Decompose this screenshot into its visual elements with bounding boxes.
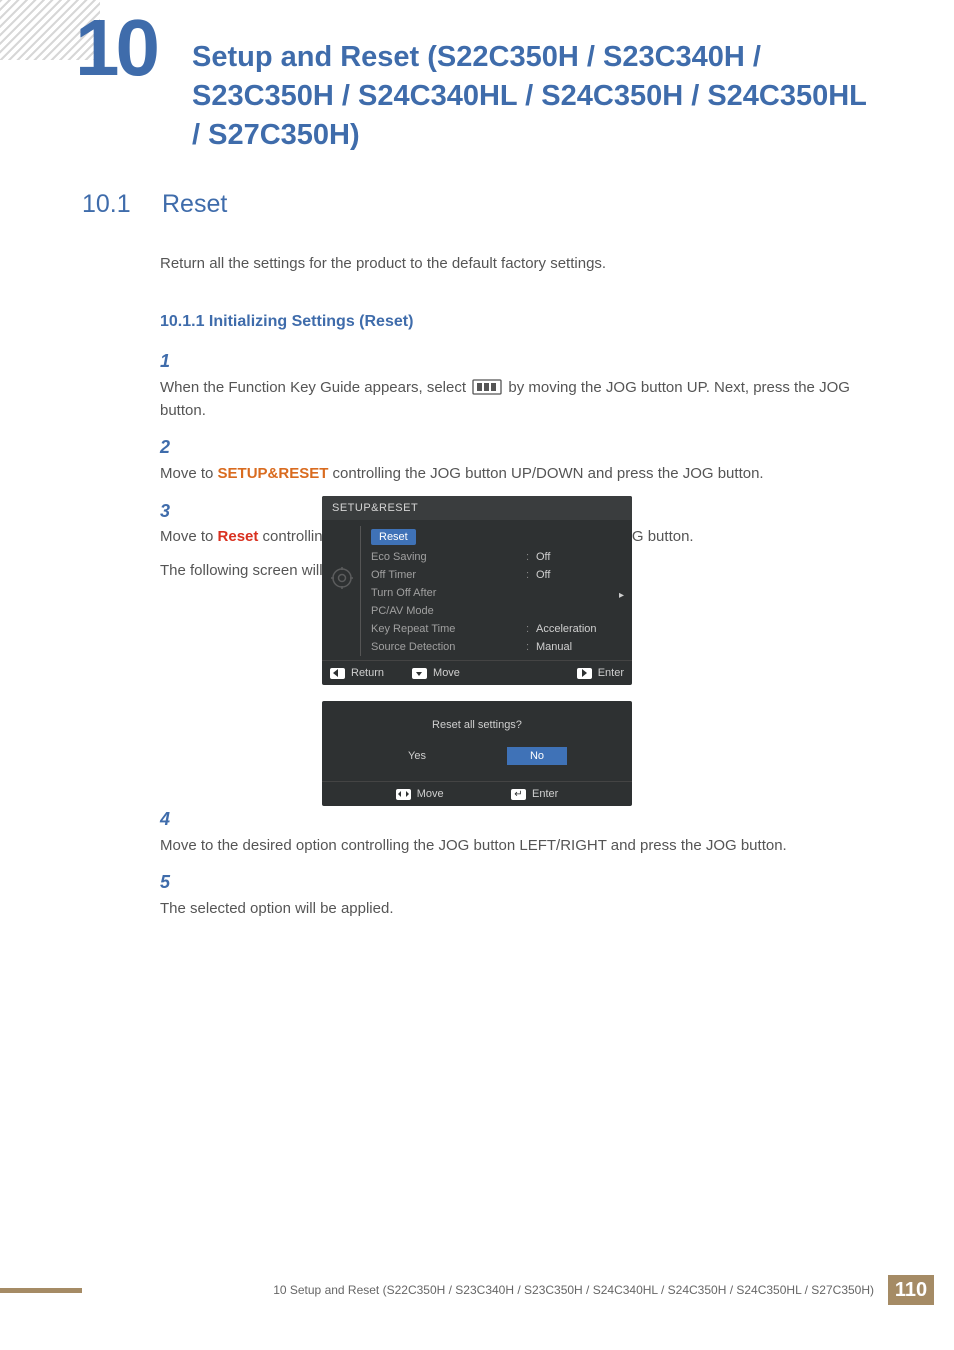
page-footer: 10 Setup and Reset (S22C350H / S23C340H … (0, 1276, 954, 1304)
osd-item-value: Acceleration (536, 623, 624, 635)
confirm-dialog: Reset all settings? Yes No Move Enter (322, 701, 632, 806)
step-text: controlling the JOG button UP/DOWN and p… (328, 465, 763, 482)
step-text: Move to (160, 465, 218, 482)
step-text: When the Function Key Guide appears, sel… (160, 379, 470, 396)
step-4: 4 Move to the desired option controlling… (160, 806, 884, 857)
chevron-right-icon: ▸ (619, 590, 624, 601)
enter-icon (577, 668, 592, 679)
osd-menu-list: Reset Eco Saving:Off Off Timer:Off Turn … (360, 526, 624, 656)
move-lr-icon (396, 789, 411, 800)
step-number: 5 (160, 869, 190, 897)
chapter-number: 10 (75, 8, 156, 88)
section-title: Reset (162, 190, 227, 219)
osd-item-pcav-mode: PC/AV Mode (371, 602, 624, 620)
footer-accent-bar (0, 1288, 82, 1293)
osd-item-eco-saving: Eco Saving:Off (371, 548, 624, 566)
osd-item-value: Manual (536, 641, 624, 653)
steps-list-cont: 4 Move to the desired option controlling… (160, 806, 884, 932)
hint-label: Return (351, 667, 384, 679)
hint-label: Enter (532, 788, 558, 800)
section-number: 10.1 (82, 190, 131, 219)
osd-menu: SETUP&RESET Reset Eco Saving:Off Off Tim… (322, 496, 632, 685)
dialog-move-hint: Move (396, 788, 444, 800)
hint-label: Move (417, 788, 444, 800)
osd-title: SETUP&RESET (322, 496, 632, 520)
osd-item-value: Off (536, 569, 624, 581)
osd-item-label: PC/AV Mode (371, 605, 624, 617)
yes-button: Yes (387, 747, 447, 765)
hint-label: Move (433, 667, 460, 679)
menu-icon (472, 379, 502, 395)
osd-item-source-detection: Source Detection:Manual (371, 638, 624, 656)
move-icon (412, 668, 427, 679)
osd-item-off-timer: Off Timer:Off (371, 566, 624, 584)
subsection-title: 10.1.1 Initializing Settings (Reset) (160, 313, 413, 331)
osd-item-label: Source Detection (371, 641, 526, 653)
dialog-footer: Move Enter (322, 781, 632, 806)
osd-item-label: Reset (371, 529, 416, 545)
step-2: 2 Move to SETUP&RESET controlling the JO… (160, 434, 884, 485)
chapter-title: Setup and Reset (S22C350H / S23C340H / S… (192, 38, 874, 155)
step-text: The selected option will be applied. (160, 897, 850, 920)
dialog-question: Reset all settings? (322, 719, 632, 731)
osd-item-label: Turn Off After (371, 587, 624, 599)
osd-screenshot: SETUP&RESET Reset Eco Saving:Off Off Tim… (322, 496, 632, 806)
page: 10 Setup and Reset (S22C350H / S23C340H … (0, 0, 954, 1350)
osd-item-turn-off-after: Turn Off After (371, 584, 624, 602)
osd-return-hint: Return (330, 667, 384, 679)
no-button: No (507, 747, 567, 765)
dialog-enter-hint: Enter (511, 788, 558, 800)
osd-item-label: Eco Saving (371, 551, 526, 563)
step-number: 2 (160, 434, 190, 462)
gear-icon (330, 566, 354, 590)
page-number: 110 (888, 1275, 934, 1305)
osd-move-hint: Move (412, 667, 460, 679)
step-5: 5 The selected option will be applied. (160, 869, 884, 920)
osd-item-value: Off (536, 551, 624, 563)
step-1: 1 When the Function Key Guide appears, s… (160, 348, 884, 422)
section-intro: Return all the settings for the product … (160, 255, 874, 272)
step-number: 4 (160, 806, 190, 834)
hint-label: Enter (598, 667, 624, 679)
step-number: 3 (160, 498, 190, 526)
osd-item-reset: Reset (371, 526, 624, 548)
return-icon (330, 668, 345, 679)
enter-icon (511, 789, 526, 800)
step-number: 1 (160, 348, 190, 376)
osd-footer: Return Move Enter (322, 660, 632, 685)
highlight-reset: Reset (218, 528, 259, 545)
osd-item-label: Off Timer (371, 569, 526, 581)
step-text: Move to (160, 528, 218, 545)
step-text: Move to the desired option controlling t… (160, 834, 850, 857)
osd-item-label: Key Repeat Time (371, 623, 526, 635)
osd-enter-hint: Enter (577, 667, 624, 679)
dialog-buttons: Yes No (322, 747, 632, 765)
osd-body: Reset Eco Saving:Off Off Timer:Off Turn … (322, 520, 632, 660)
osd-item-key-repeat: Key Repeat Time:Acceleration (371, 620, 624, 638)
footer-text: 10 Setup and Reset (S22C350H / S23C340H … (273, 1283, 874, 1297)
highlight-setup-reset: SETUP&RESET (218, 465, 329, 482)
